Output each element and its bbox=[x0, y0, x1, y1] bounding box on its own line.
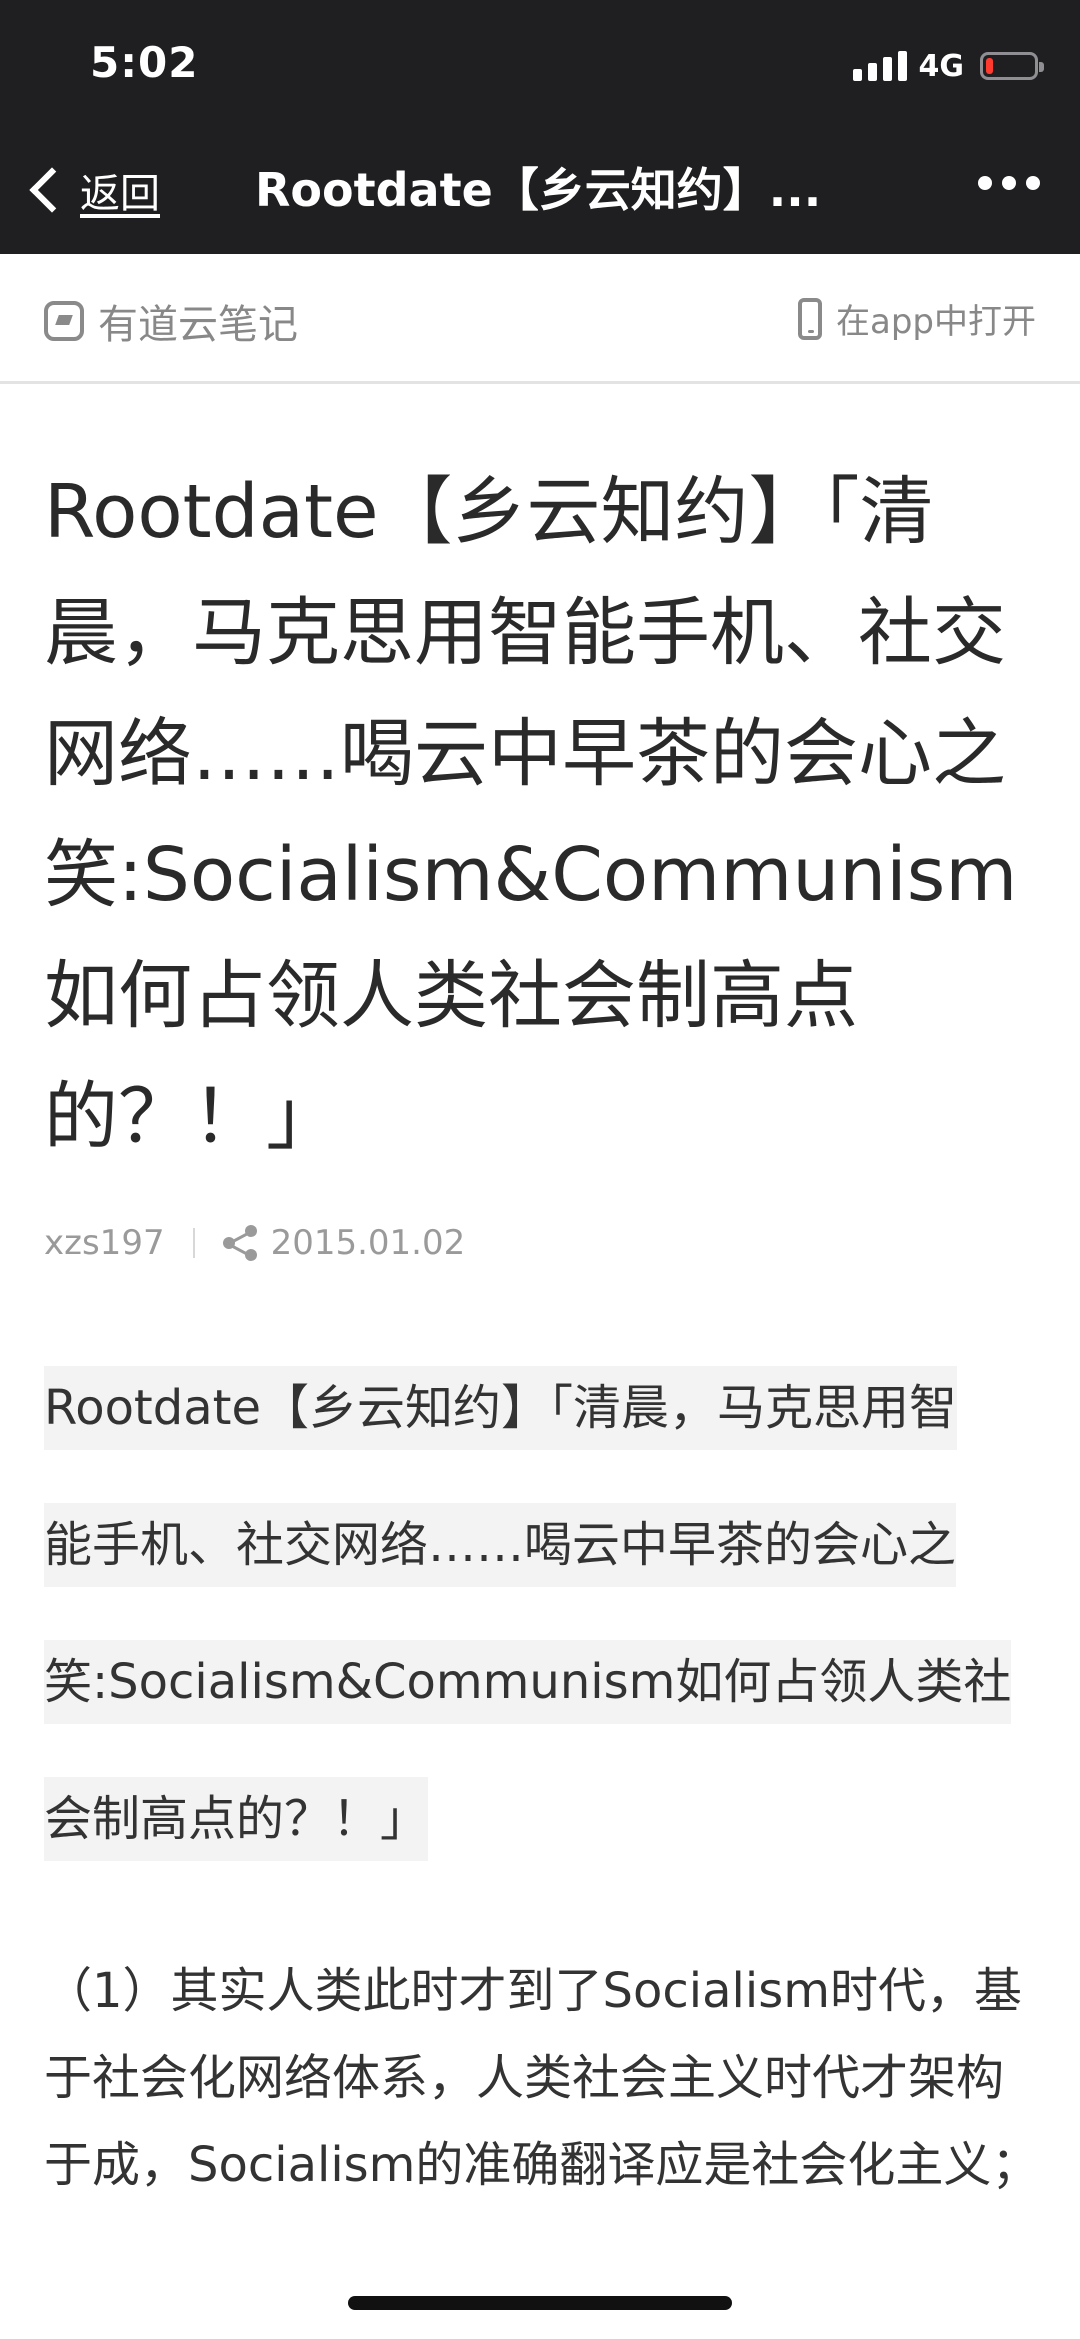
chevron-left-icon bbox=[29, 167, 75, 213]
back-button[interactable]: 返回 bbox=[26, 160, 160, 220]
page-title: Rootdate【乡云知约】... bbox=[255, 163, 822, 217]
quote-line: 笑:Socialism&Communism如何占领人类社 bbox=[44, 1614, 1034, 1751]
brand-bar: 有道云笔记 在app中打开 bbox=[0, 254, 1080, 384]
top-bar: 5:02 4G 返回 Rootdate【乡云知约】... bbox=[0, 0, 1080, 254]
open-in-app-label: 在app中打开 bbox=[836, 302, 1036, 342]
status-indicators: 4G bbox=[852, 44, 1044, 88]
status-time: 5:02 bbox=[90, 38, 199, 87]
youdao-note-icon bbox=[44, 301, 84, 341]
share-icon[interactable] bbox=[222, 1225, 259, 1261]
article-title: Rootdate【乡云知约】「清晨，马克思用智能手机、社交网络……喝云中早茶的会… bbox=[44, 469, 1018, 1160]
quote-line: 能手机、社交网络……喝云中早茶的会心之 bbox=[44, 1477, 1034, 1614]
open-in-app-button[interactable]: 在app中打开 bbox=[798, 294, 1036, 343]
quote-line: 会制高点的？！」 bbox=[44, 1751, 1034, 1888]
phone-icon bbox=[798, 297, 822, 340]
quote-line: Rootdate【乡云知约】「清晨，马克思用智 bbox=[44, 1340, 1034, 1477]
author-name[interactable]: xzs197 bbox=[44, 1223, 165, 1263]
brand-logo-link[interactable]: 有道云笔记 bbox=[44, 292, 298, 350]
article-meta: xzs197 2015.01.02 bbox=[44, 1223, 465, 1263]
cellular-signal-icon bbox=[852, 51, 907, 81]
home-indicator[interactable] bbox=[348, 2296, 732, 2310]
article-paragraph: （1）其实人类此时才到了Socialism时代，基于社会化网络体系，人类社会主义… bbox=[44, 1963, 1040, 2193]
network-type: 4G bbox=[918, 48, 965, 84]
quoted-summary: Rootdate【乡云知约】「清晨，马克思用智 能手机、社交网络……喝云中早茶的… bbox=[44, 1340, 1034, 1888]
more-options-icon[interactable] bbox=[978, 176, 1040, 190]
battery-icon bbox=[980, 52, 1044, 80]
publish-date: 2015.01.02 bbox=[270, 1223, 466, 1263]
meta-divider bbox=[192, 1228, 195, 1258]
battery-level-fill bbox=[986, 58, 993, 74]
back-label: 返回 bbox=[80, 171, 160, 217]
brand-name: 有道云笔记 bbox=[98, 302, 298, 348]
